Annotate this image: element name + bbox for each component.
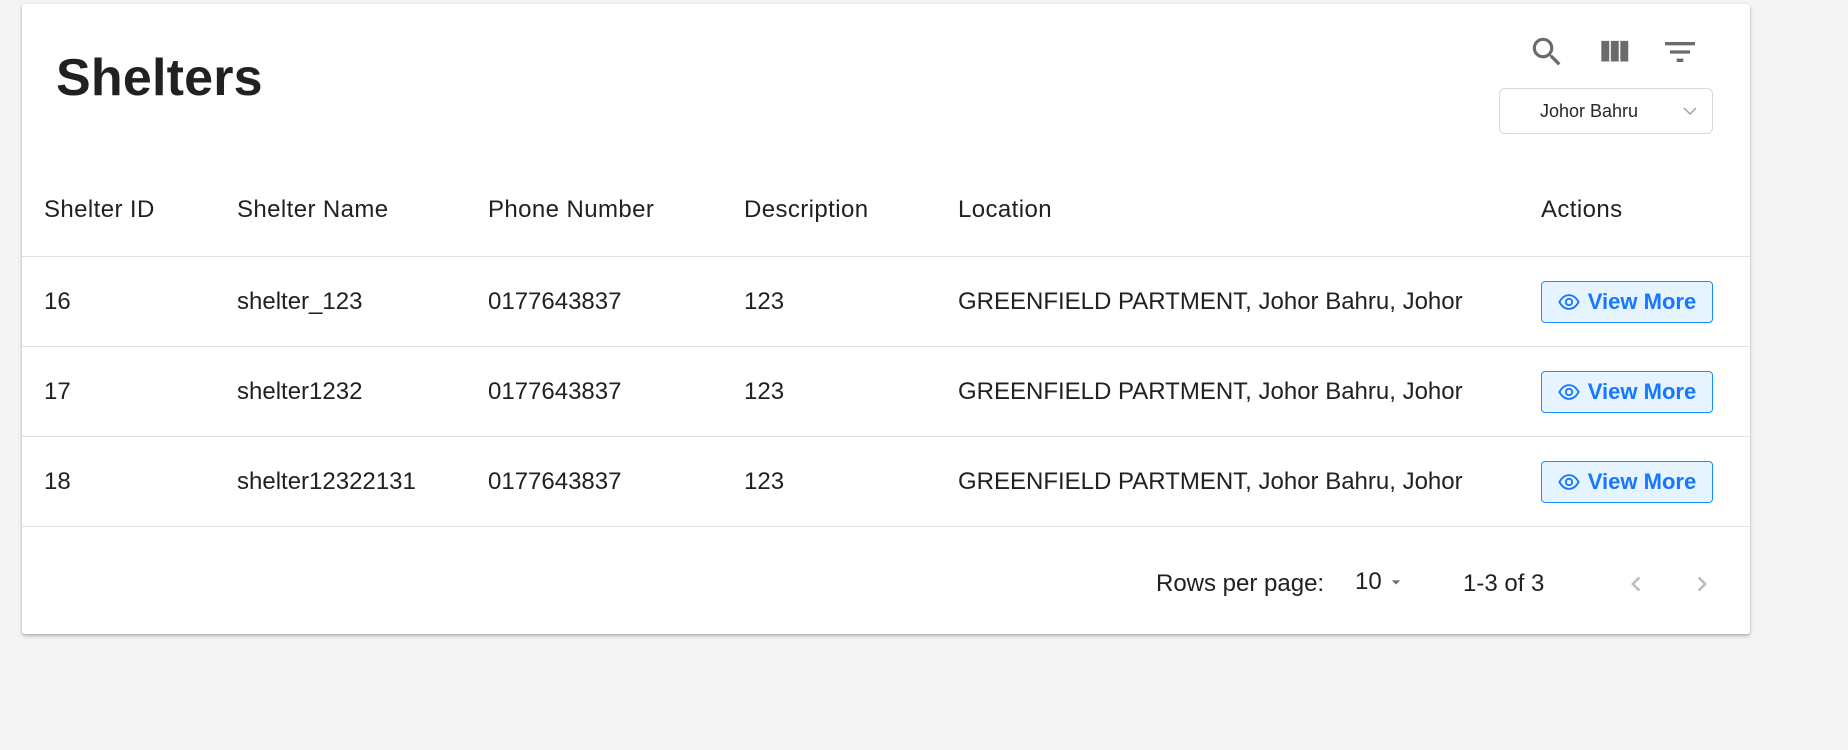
- cell-phone-number: 0177643837: [488, 377, 622, 405]
- location-select-value: Johor Bahru: [1540, 100, 1639, 121]
- cell-location: GREENFIELD PARTMENT, Johor Bahru, Johor: [958, 377, 1463, 405]
- view-more-button[interactable]: View More: [1541, 280, 1713, 323]
- eye-icon: [1558, 291, 1580, 313]
- rows-per-page-label: Rows per page:: [1156, 570, 1325, 597]
- actions-cell: View More: [1541, 437, 1713, 526]
- cell-description: 123: [744, 377, 785, 405]
- column-header-shelter-id[interactable]: Shelter ID: [44, 164, 155, 256]
- column-header-description[interactable]: Description: [744, 164, 868, 256]
- actions-cell: View More: [1541, 257, 1713, 346]
- table-row: 16 shelter_123 0177643837 123 GREENFIELD…: [22, 257, 1750, 347]
- cell-description: 123: [744, 287, 785, 315]
- cell-shelter-id: 18: [44, 467, 71, 495]
- view-columns-icon[interactable]: [1592, 30, 1636, 74]
- rows-per-page-select[interactable]: 10: [1355, 568, 1406, 596]
- chevron-down-icon: [1682, 104, 1698, 122]
- shelters-card: Shelters Johor Bahru Shelter ID Shelter …: [22, 4, 1750, 634]
- view-more-label: View More: [1587, 288, 1697, 314]
- cell-shelter-id: 16: [44, 287, 71, 315]
- page-title: Shelters: [56, 49, 263, 107]
- view-more-button[interactable]: View More: [1541, 370, 1713, 413]
- table-header-row: Shelter ID Shelter Name Phone Number Des…: [22, 164, 1750, 257]
- view-more-button[interactable]: View More: [1541, 460, 1713, 503]
- column-header-location[interactable]: Location: [958, 164, 1052, 256]
- location-select[interactable]: Johor Bahru: [1499, 88, 1713, 134]
- column-header-actions: Actions: [1541, 196, 1623, 223]
- actions-cell: View More: [1541, 347, 1713, 436]
- eye-icon: [1558, 381, 1580, 403]
- search-icon[interactable]: [1525, 30, 1569, 74]
- eye-icon: [1558, 471, 1580, 493]
- shelters-table: Shelter ID Shelter Name Phone Number Des…: [22, 164, 1750, 527]
- chevron-right-icon: [1687, 569, 1717, 599]
- cell-description: 123: [744, 467, 785, 495]
- cell-phone-number: 0177643837: [488, 287, 622, 315]
- table-row: 17 shelter1232 0177643837 123 GREENFIELD…: [22, 347, 1750, 437]
- view-more-label: View More: [1587, 468, 1697, 494]
- caret-down-icon: [1386, 572, 1406, 592]
- column-header-shelter-name[interactable]: Shelter Name: [237, 164, 389, 256]
- cell-location: GREENFIELD PARTMENT, Johor Bahru, Johor: [958, 467, 1463, 495]
- next-page-button[interactable]: [1678, 560, 1726, 608]
- cell-location: GREENFIELD PARTMENT, Johor Bahru, Johor: [958, 287, 1463, 315]
- cell-shelter-id: 17: [44, 377, 71, 405]
- view-more-label: View More: [1587, 378, 1697, 404]
- table-row: 18 shelter12322131 0177643837 123 GREENF…: [22, 437, 1750, 527]
- cell-shelter-name: shelter_123: [237, 287, 363, 315]
- cell-shelter-name: shelter12322131: [237, 467, 416, 495]
- chevron-left-icon: [1621, 569, 1651, 599]
- previous-page-button[interactable]: [1612, 560, 1660, 608]
- pagination-range: 1-3 of 3: [1463, 570, 1545, 597]
- cell-phone-number: 0177643837: [488, 467, 622, 495]
- column-header-phone-number[interactable]: Phone Number: [488, 164, 654, 256]
- filter-icon[interactable]: [1658, 30, 1702, 74]
- rows-per-page-value: 10: [1355, 568, 1382, 595]
- cell-shelter-name: shelter1232: [237, 377, 363, 405]
- pagination-bar: Rows per page: 10 1-3 of 3: [22, 530, 1750, 634]
